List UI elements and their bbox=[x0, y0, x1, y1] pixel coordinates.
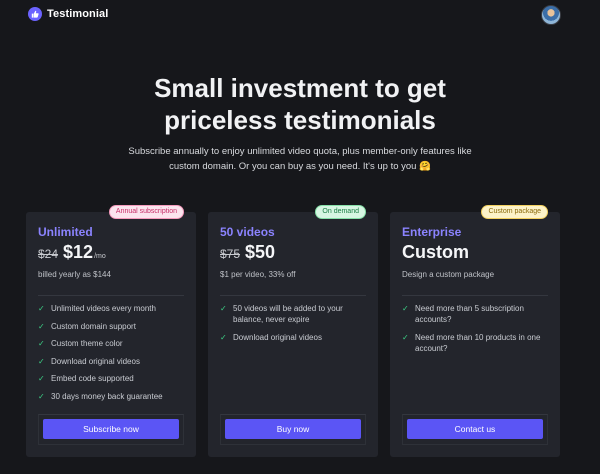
title-line-1: Small investment to get bbox=[154, 73, 446, 103]
feature-text: Embed code supported bbox=[51, 374, 134, 383]
check-icon: ✓ bbox=[220, 332, 227, 342]
feature-item: ✓ Custom domain support bbox=[38, 321, 184, 332]
price-row: Custom bbox=[402, 242, 469, 263]
feature-text: 50 videos will be added to your balance,… bbox=[233, 304, 343, 324]
old-price: $24 bbox=[38, 247, 59, 261]
price-row: $24 $12 /mo bbox=[38, 242, 106, 263]
current-price: Custom bbox=[402, 242, 469, 262]
feature-item: ✓ Custom theme color bbox=[38, 338, 184, 349]
price-unit: /mo bbox=[94, 253, 106, 260]
user-avatar[interactable] bbox=[541, 5, 561, 25]
plan-card-50-videos: On demand 50 videos $75 $50 $1 per video… bbox=[208, 205, 378, 457]
subtitle-line-2: custom domain. Or you can buy as you nee… bbox=[169, 160, 431, 172]
check-icon: ✓ bbox=[38, 356, 45, 366]
plan-badge: Custom package bbox=[481, 205, 548, 219]
plan-card-unlimited: Annual subscription Unlimited $24 $12 /m… bbox=[26, 205, 196, 457]
feature-item: ✓ 30 days money back guarantee bbox=[38, 391, 184, 402]
feature-item: ✓ Need more than 10 products in one accou… bbox=[402, 332, 548, 354]
check-icon: ✓ bbox=[38, 391, 45, 401]
price-note: Design a custom package bbox=[402, 270, 495, 279]
feature-text: Download original videos bbox=[233, 332, 322, 342]
divider bbox=[38, 295, 184, 296]
feature-text: Need more than 10 products in one accoun… bbox=[415, 332, 541, 353]
feature-text: 30 days money back guarantee bbox=[51, 391, 163, 401]
subscribe-now-button[interactable]: Subscribe now bbox=[43, 419, 179, 439]
current-price: $50 bbox=[245, 242, 276, 262]
price-row: $75 $50 bbox=[220, 242, 275, 263]
feature-list: ✓ Need more than 5 subscription accounts?… bbox=[402, 303, 548, 360]
contact-us-button[interactable]: Contact us bbox=[407, 419, 543, 439]
feature-item: ✓ 50 videos will be added to your balance… bbox=[220, 303, 366, 325]
divider bbox=[220, 295, 366, 296]
feature-text: Custom theme color bbox=[51, 339, 123, 348]
check-icon: ✓ bbox=[220, 304, 227, 313]
feature-list: ✓ Unlimited videos every month ✓ Custom do… bbox=[38, 303, 184, 408]
check-icon: ✓ bbox=[38, 321, 45, 331]
price-note: $1 per video, 33% off bbox=[220, 270, 296, 279]
title-line-2: priceless testimonials bbox=[164, 105, 436, 135]
check-icon: ✓ bbox=[38, 374, 45, 383]
plan-name: 50 videos bbox=[220, 225, 275, 239]
divider bbox=[402, 295, 548, 296]
feature-item: ✓ Unlimited videos every month bbox=[38, 303, 184, 314]
plan-badge: Annual subscription bbox=[108, 205, 184, 219]
cta-container: Subscribe now bbox=[38, 414, 184, 445]
check-icon: ✓ bbox=[402, 304, 409, 313]
plan-name: Enterprise bbox=[402, 225, 462, 239]
feature-text: Unlimited videos every month bbox=[51, 304, 156, 313]
thumbs-up-icon bbox=[28, 7, 42, 21]
feature-list: ✓ 50 videos will be added to your balance… bbox=[220, 303, 366, 349]
brand[interactable]: Testimonial bbox=[28, 7, 108, 21]
feature-item: ✓ Embed code supported bbox=[38, 373, 184, 384]
page-title: Small investment to get priceless testim… bbox=[0, 72, 600, 136]
plan-name: Unlimited bbox=[38, 225, 93, 239]
top-bar: Testimonial bbox=[0, 0, 600, 30]
feature-text: Need more than 5 subscription accounts? bbox=[415, 304, 524, 324]
feature-text: Download original videos bbox=[51, 356, 140, 366]
feature-item: ✓ Download original videos bbox=[220, 332, 366, 343]
feature-item: ✓ Download original videos bbox=[38, 356, 184, 367]
feature-text: Custom domain support bbox=[51, 321, 136, 331]
subtitle-line-1: Subscribe annually to enjoy unlimited vi… bbox=[128, 146, 472, 157]
check-icon: ✓ bbox=[38, 339, 45, 348]
check-icon: ✓ bbox=[402, 332, 409, 342]
page-subtitle: Subscribe annually to enjoy unlimited vi… bbox=[100, 145, 500, 174]
brand-name: Testimonial bbox=[47, 8, 109, 20]
plan-card-enterprise: Custom package Enterprise Custom Design … bbox=[390, 205, 560, 457]
price-note: billed yearly as $144 bbox=[38, 270, 111, 279]
cta-container: Buy now bbox=[220, 414, 366, 445]
current-price: $12 bbox=[63, 242, 94, 262]
cta-container: Contact us bbox=[402, 414, 548, 445]
feature-item: ✓ Need more than 5 subscription accounts? bbox=[402, 303, 548, 325]
plan-badge: On demand bbox=[315, 205, 366, 219]
buy-now-button[interactable]: Buy now bbox=[225, 419, 361, 439]
old-price: $75 bbox=[220, 247, 241, 261]
check-icon: ✓ bbox=[38, 304, 45, 313]
